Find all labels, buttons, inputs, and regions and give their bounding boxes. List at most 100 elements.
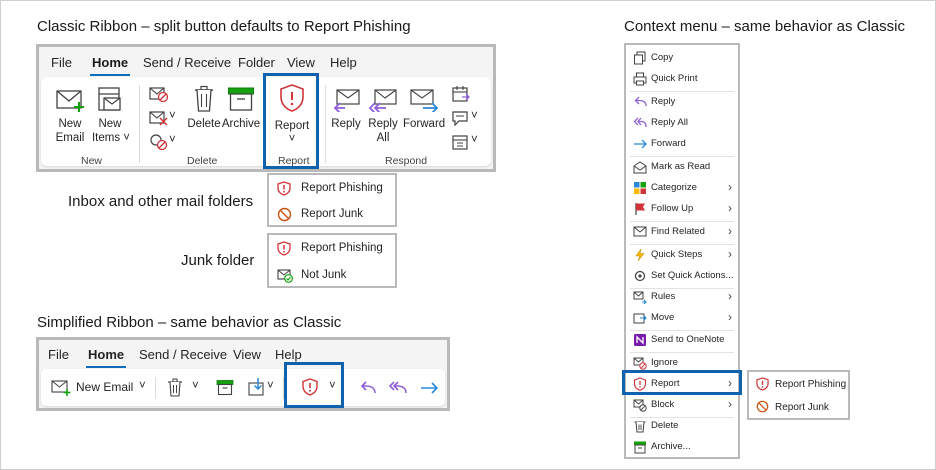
report-button-highlight — [263, 73, 319, 169]
report-junk-item[interactable]: Report Junk — [269, 202, 395, 228]
menu-item-label: Ignore — [651, 357, 678, 368]
new-email-label-2: Email — [55, 132, 85, 144]
tab-view[interactable]: View — [233, 347, 261, 362]
menu-item-delete[interactable]: Delete — [626, 416, 738, 437]
simplified-report-highlight — [284, 362, 344, 408]
tab-send-receive[interactable]: Send / Receive — [143, 55, 231, 70]
junk-folder-caption: Junk folder — [181, 252, 255, 269]
menu-item-copy[interactable]: Copy — [626, 48, 738, 69]
menu-item-label: Reply — [651, 96, 676, 107]
new-email-caret[interactable]: ˅ — [139, 379, 146, 393]
quick-steps-icon — [635, 248, 645, 262]
onenote-icon — [634, 334, 646, 346]
menu-item-label: Forward — [651, 138, 686, 149]
menu-item-label: Find Related — [651, 226, 705, 237]
menu-item-find-related[interactable]: Find Related › — [626, 222, 738, 243]
menu-item-move[interactable]: Move › — [626, 308, 738, 329]
new-email-label: New Email — [76, 380, 134, 394]
tab-folder[interactable]: Folder — [238, 55, 275, 70]
clean-up-caret: ˅ — [169, 110, 176, 122]
new-items-label-2: Items ˅ — [91, 132, 131, 144]
report-phishing-label: Report Phishing — [301, 182, 383, 194]
report-phishing-label: Report Phishing — [775, 379, 847, 390]
inbox-report-dropdown: Report Phishing Report Junk — [267, 173, 397, 227]
submenu-arrow-icon: › — [728, 289, 732, 303]
not-junk-item[interactable]: Not Junk — [269, 263, 395, 289]
context-report-submenu: Report Phishing Report Junk — [747, 370, 850, 420]
menu-item-label: Follow Up — [651, 203, 694, 214]
group-divider — [139, 85, 140, 163]
menu-item-label: Block — [651, 399, 675, 410]
clean-up-icon — [149, 111, 168, 126]
tab-file[interactable]: File — [51, 55, 72, 70]
menu-item-send-to-onenote[interactable]: Send to OneNote — [626, 330, 738, 351]
new-email-icon — [56, 90, 84, 112]
menu-item-reply[interactable]: Reply — [626, 92, 738, 113]
tab-help[interactable]: Help — [330, 55, 357, 70]
report-junk-icon — [277, 207, 292, 222]
submenu-arrow-icon: › — [728, 224, 732, 238]
report-phishing-item[interactable]: Report Phishing — [749, 373, 848, 396]
flag-icon — [635, 203, 645, 215]
context-menu-caption: Context menu – same behavior as Classic — [624, 18, 905, 35]
ignore-icon[interactable] — [149, 85, 169, 103]
simplified-ribbon: File Home Send / Receive View Help New E… — [36, 337, 450, 411]
tab-file[interactable]: File — [48, 347, 69, 362]
report-phishing-item[interactable]: Report Phishing — [269, 236, 395, 262]
report-junk-item[interactable]: Report Junk — [749, 396, 848, 419]
menu-item-label: Rules — [651, 291, 676, 302]
menu-item-reply-all[interactable]: Reply All — [626, 113, 738, 134]
menu-item-quick-print[interactable]: Quick Print — [626, 69, 738, 90]
menu-item-categorize[interactable]: Categorize › — [626, 178, 738, 199]
menu-item-mark-as-read[interactable]: Mark as Read — [626, 157, 738, 178]
tab-help[interactable]: Help — [275, 347, 302, 362]
delete-group-label: Delete — [187, 155, 218, 167]
menu-item-block[interactable]: Block › — [626, 395, 738, 416]
delete-icon — [195, 85, 213, 112]
menu-item-forward[interactable]: Forward — [626, 134, 738, 155]
delete-caret[interactable]: ˅ — [192, 379, 199, 393]
move-caret[interactable]: ˅ — [267, 379, 274, 393]
menu-item-archive[interactable]: Archive... — [626, 437, 738, 458]
menu-item-label: Move — [651, 312, 675, 323]
menu-item-label: Quick Print — [651, 73, 698, 84]
menu-item-quick-steps[interactable]: Quick Steps › — [626, 245, 738, 266]
forward-icon[interactable] — [419, 380, 439, 396]
archive-icon — [228, 87, 254, 111]
tab-view[interactable]: View — [287, 55, 315, 70]
archive-icon[interactable] — [216, 379, 234, 396]
menu-item-rules[interactable]: Rules › — [626, 287, 738, 308]
menu-item-label: Copy — [651, 52, 674, 63]
tab-send-receive[interactable]: Send / Receive — [139, 347, 227, 362]
junk-folder-report-dropdown: Report Phishing Not Junk — [267, 233, 397, 288]
archive-icon — [634, 441, 646, 454]
copy-icon — [634, 51, 646, 65]
menu-item-label: Categorize — [651, 182, 697, 193]
not-junk-icon — [277, 269, 293, 283]
submenu-arrow-icon: › — [728, 310, 732, 324]
rules-icon — [633, 291, 647, 304]
tab-home[interactable]: Home — [89, 55, 131, 76]
more-respond-caret: ˅ — [471, 134, 478, 146]
menu-item-follow-up[interactable]: Follow Up › — [626, 199, 738, 220]
submenu-arrow-icon: › — [728, 397, 732, 411]
submenu-arrow-icon: › — [728, 201, 732, 215]
divider — [155, 377, 156, 399]
reply-icon[interactable] — [359, 380, 377, 396]
chat-icon — [452, 111, 468, 127]
report-phishing-icon — [277, 241, 291, 256]
simplified-ribbon-caption: Simplified Ribbon – same behavior as Cla… — [37, 314, 342, 331]
menu-item-set-quick-actions[interactable]: Set Quick Actions... — [626, 266, 738, 287]
reply-all-icon[interactable] — [388, 380, 408, 396]
ignore-icon — [633, 357, 647, 370]
menu-item-label: Mark as Read — [651, 161, 711, 172]
mark-read-icon — [633, 161, 647, 174]
meeting-icon[interactable] — [451, 85, 471, 103]
tab-home[interactable]: Home — [85, 347, 127, 368]
quick-print-icon — [633, 72, 647, 86]
menu-item-label: Send to OneNote — [651, 334, 725, 345]
report-phishing-item[interactable]: Report Phishing — [269, 176, 395, 202]
new-items-icon — [98, 87, 121, 111]
reply-all-label-2: All — [376, 132, 390, 144]
inbox-folders-caption: Inbox and other mail folders — [68, 193, 254, 210]
